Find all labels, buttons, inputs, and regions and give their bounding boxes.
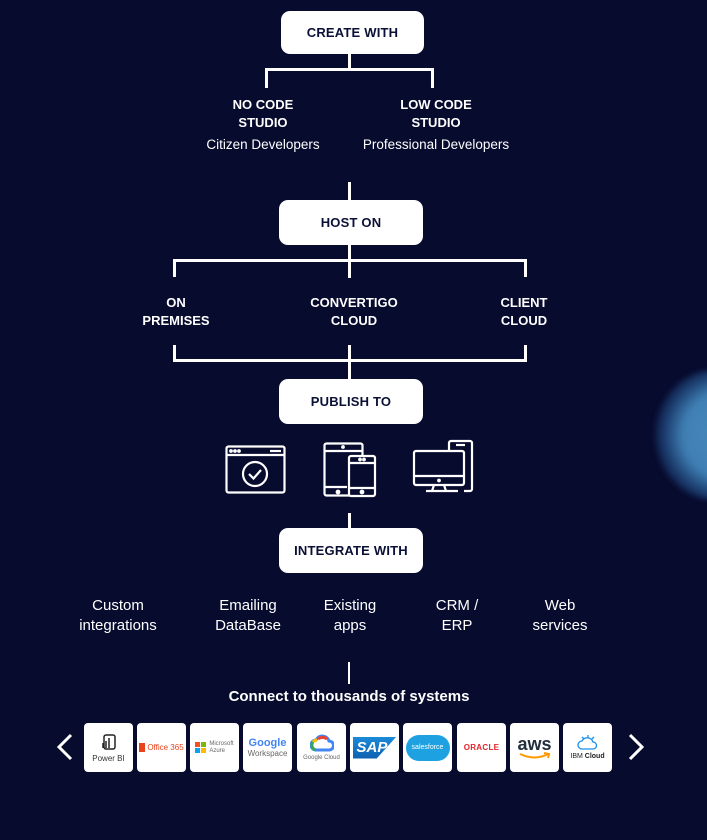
connect-title: Connect to thousands of systems (228, 688, 470, 705)
label-line: CLIENT (500, 295, 548, 310)
label-line: NO CODE (232, 97, 294, 112)
label-line: CONVERTIGO (310, 295, 398, 310)
label-line: Existing (323, 597, 377, 614)
logo-text: Workspace (247, 748, 288, 758)
integration-web-services: Web services (532, 596, 587, 636)
connector-line (173, 259, 176, 277)
convertigo-cloud-label: CONVERTIGO CLOUD (310, 294, 397, 330)
label-line: LOW CODE (400, 97, 472, 112)
logo-google-cloud[interactable]: Google Cloud (297, 723, 346, 772)
logo-microsoft-azure[interactable]: Microsoft Azure (190, 723, 239, 772)
google-cloud-icon (309, 734, 334, 752)
no-code-studio-label: NO CODE STUDIO (233, 96, 294, 132)
logo-aws[interactable]: aws (510, 723, 559, 772)
connector-line (348, 513, 351, 529)
logo-text: salesforce (411, 744, 444, 751)
carousel-next-button[interactable] (626, 732, 646, 762)
label-line: CRM / (435, 597, 479, 614)
integrate-with-box: INTEGRATE WITH (279, 528, 423, 573)
microsoft-icon (195, 742, 207, 753)
label-line: STUDIO (238, 115, 288, 130)
logo-text: Google Cloud (303, 755, 340, 761)
logo-sap[interactable]: SAP (350, 723, 399, 772)
connector-line (265, 68, 268, 88)
label-line: DataBase (215, 617, 281, 634)
logo-power-bi[interactable]: Power BI (84, 723, 133, 772)
label-line: ON (166, 295, 186, 310)
label-line: STUDIO (411, 115, 461, 130)
connector-line (348, 345, 351, 380)
carousel-prev-button[interactable] (55, 732, 75, 762)
label-line: services (532, 617, 588, 634)
integration-crm-erp: CRM / ERP (436, 596, 479, 636)
web-app-icon (225, 445, 286, 494)
label-line: integrations (79, 617, 157, 634)
ibm-cloud-icon (576, 735, 597, 750)
connector-line (524, 259, 527, 277)
logo-text: aws (517, 733, 552, 754)
label-line: PREMISES (142, 313, 210, 328)
label-line: CLOUD (500, 313, 548, 328)
logo-oracle[interactable]: ORACLE (457, 723, 506, 772)
office-icon (139, 743, 146, 752)
decorative-blob (655, 370, 707, 500)
sap-badge: SAP (352, 736, 397, 759)
label-line: Emailing (219, 597, 277, 614)
integration-existing-apps: Existing apps (324, 596, 377, 636)
logo-text: Cloud (584, 753, 605, 760)
citizen-developers-label: Citizen Developers (206, 137, 320, 152)
logo-text: SAP (356, 739, 388, 756)
connector-line (431, 68, 434, 88)
publish-to-box: PUBLISH TO (279, 379, 423, 424)
low-code-studio-label: LOW CODE STUDIO (400, 96, 472, 132)
integration-custom: Custom integrations (79, 596, 157, 636)
label-line: Web (544, 597, 576, 614)
connector-line (173, 259, 527, 262)
desktop-mobile-icon (412, 439, 474, 493)
logo-google-workspace[interactable]: Google Workspace (243, 723, 292, 772)
logo-text: Google (248, 736, 287, 749)
create-with-box: CREATE WITH (281, 11, 424, 54)
connector-line (348, 662, 350, 684)
logo-ibm-cloud[interactable]: IBM Cloud (563, 723, 612, 772)
logo-text: Office 365 (147, 743, 184, 752)
integration-emailing-database: Emailing DataBase (215, 596, 281, 636)
aws-smile-icon (519, 751, 550, 758)
label-line: apps (333, 617, 367, 634)
logo-salesforce[interactable]: salesforce (403, 723, 452, 772)
logo-text: Power BI (92, 753, 125, 763)
label-line: CLOUD (330, 313, 378, 328)
connector-line (265, 68, 434, 71)
label-line: ERP (441, 617, 473, 634)
mobile-tablet-icon (323, 442, 377, 498)
logo-office-365[interactable]: Office 365 (137, 723, 186, 772)
client-cloud-label: CLIENT CLOUD (501, 294, 548, 330)
power-bi-icon (101, 733, 116, 750)
professional-developers-label: Professional Developers (362, 137, 510, 152)
logo-text: ORACLE (463, 743, 500, 752)
logo-text: Microsoft (209, 740, 234, 747)
on-premises-label: ON PREMISES (142, 294, 209, 330)
logo-text: Azure (209, 747, 226, 754)
connector-line (348, 182, 351, 201)
salesforce-cloud: salesforce (405, 734, 450, 761)
host-on-box: HOST ON (279, 200, 423, 245)
logo-text: IBM (570, 753, 583, 760)
label-line: Custom (92, 597, 144, 614)
